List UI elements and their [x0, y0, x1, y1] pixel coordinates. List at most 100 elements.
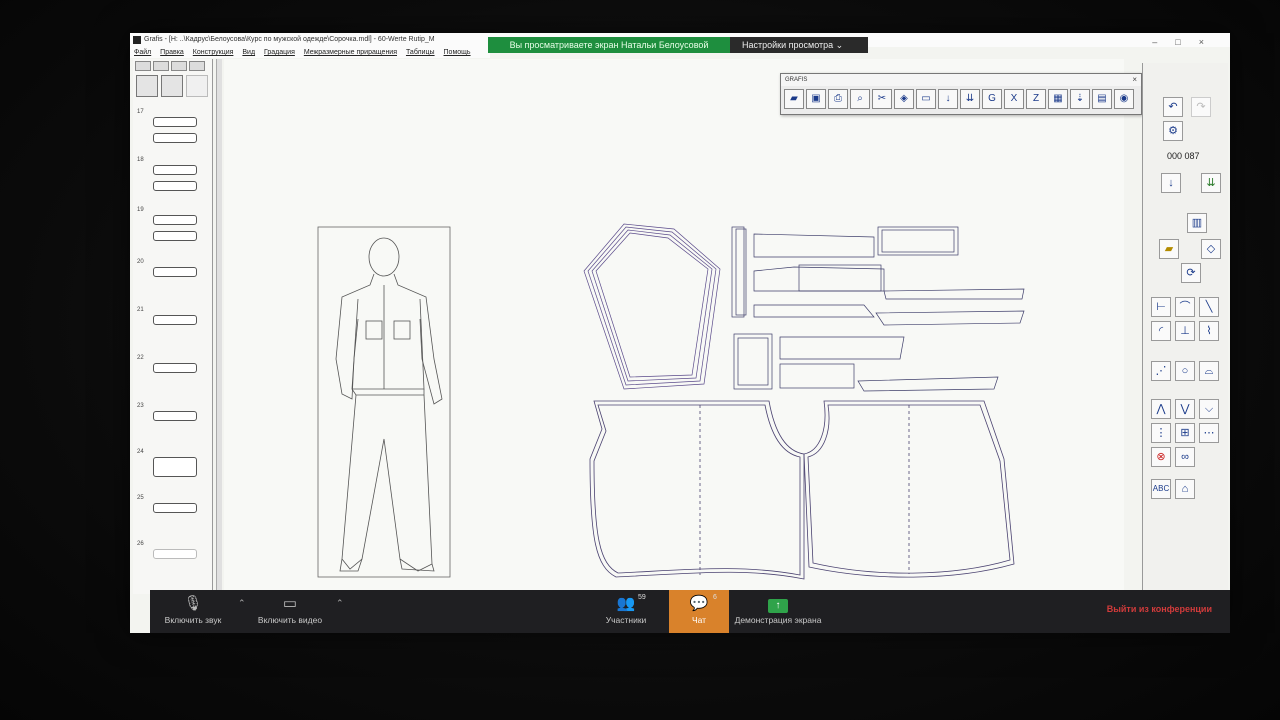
thumbnail-scrollbar[interactable] [216, 59, 222, 594]
pleat-icon[interactable]: ⋁ [1175, 399, 1195, 419]
model-figure-icon[interactable] [136, 75, 158, 97]
list-item[interactable]: 21 [135, 307, 209, 347]
piece-icon[interactable]: ◈ [894, 89, 914, 109]
folder-icon[interactable]: ▰ [1159, 239, 1179, 259]
print-icon[interactable]: ⎙ [828, 89, 848, 109]
double-arrow-down-icon[interactable]: ⇊ [960, 89, 980, 109]
menu-grading[interactable]: Градация [264, 49, 295, 56]
ruler-icon[interactable]: ▭ [916, 89, 936, 109]
x-icon[interactable]: X [1004, 89, 1024, 109]
import-icon[interactable]: ⇣ [1070, 89, 1090, 109]
menu-tables[interactable]: Таблицы [406, 49, 435, 56]
book-icon[interactable]: ▥ [1187, 213, 1207, 233]
measure-icon[interactable]: ⚙ [1163, 121, 1183, 141]
menu-help[interactable]: Помощь [444, 49, 471, 56]
start-video-button[interactable]: ▭ Включить видео [252, 594, 328, 626]
cut-icon[interactable]: ✂ [872, 89, 892, 109]
z-icon[interactable]: Z [1026, 89, 1046, 109]
participants-icon: 👥 [616, 595, 636, 612]
settings-icon[interactable]: ◉ [1114, 89, 1134, 109]
menu-edit[interactable]: Правка [160, 49, 184, 56]
arrow-down-icon[interactable]: ↓ [938, 89, 958, 109]
fold-icon[interactable]: ⌵ [1199, 399, 1219, 419]
double-arrow-down-icon[interactable]: ⇊ [1201, 173, 1221, 193]
pattern-piece-thumbnail [153, 117, 197, 127]
menu-view[interactable]: Вид [242, 49, 255, 56]
window-controls[interactable]: –□× [1152, 35, 1222, 49]
participants-label: Участники [605, 615, 647, 625]
video-options-chevron-icon[interactable]: ⌃ [336, 598, 344, 609]
row-number: 17 [137, 109, 144, 115]
list-item[interactable]: 20 [135, 259, 209, 299]
save-icon[interactable]: ▣ [806, 89, 826, 109]
back-piece [803, 400, 1015, 578]
list-item[interactable]: 26 [135, 541, 209, 581]
audio-options-chevron-icon[interactable]: ⌃ [238, 598, 246, 609]
menu-file[interactable]: Файл [134, 49, 151, 56]
piece-edit-icon[interactable]: ◇ [1201, 239, 1221, 259]
drawing-canvas[interactable] [224, 59, 1124, 594]
circle-icon[interactable]: ○ [1175, 361, 1195, 381]
unmute-label: Включить звук [164, 615, 222, 625]
arc-icon[interactable]: ◜ [1151, 321, 1171, 341]
row-number: 21 [137, 307, 144, 313]
open-icon[interactable]: ▰ [784, 89, 804, 109]
link-icon[interactable]: ∞ [1175, 447, 1195, 467]
pattern-piece-thumbnail [153, 165, 197, 175]
zoom-icon[interactable]: ⌕ [850, 89, 870, 109]
camera-off-icon: ▭ [282, 595, 298, 612]
zoom-control-bar: 🎙 Включить звук ⌃ ▭ Включить видео ⌃ 👥 У… [150, 590, 1230, 633]
menu-construction[interactable]: Конструкция [193, 49, 234, 56]
unmute-button[interactable]: 🎙 Включить звук [158, 594, 228, 626]
calculator-icon[interactable]: ▤ [1092, 89, 1112, 109]
list-item[interactable]: 25 [135, 495, 209, 535]
panel-view-icon[interactable] [135, 61, 151, 71]
panel-list-icon[interactable] [153, 61, 169, 71]
perpendicular-icon[interactable]: ⊥ [1175, 321, 1195, 341]
points-icon[interactable]: ⋰ [1151, 361, 1171, 381]
toolbar-buttons: ▰ ▣ ⎙ ⌕ ✂ ◈ ▭ ↓ ⇊ G X Z ▦ ⇣ ▤ ◉ [781, 86, 1141, 112]
more-options-icon[interactable] [186, 75, 208, 97]
diagonal-icon[interactable]: ╲ [1199, 297, 1219, 317]
tangent-icon[interactable]: ⌓ [1199, 361, 1219, 381]
undo-icon[interactable]: ↶ [1163, 97, 1183, 117]
curve-icon[interactable]: ⌒ [1175, 297, 1195, 317]
pattern-piece-thumbnail [153, 503, 197, 513]
table-icon[interactable]: ▦ [1048, 89, 1068, 109]
grafis-toolbar: GRAFIS × ▰ ▣ ⎙ ⌕ ✂ ◈ ▭ ↓ ⇊ G X Z ▦ ⇣ ▤ ◉ [780, 73, 1142, 115]
row-number: 22 [137, 355, 144, 361]
line-icon[interactable]: ⊢ [1151, 297, 1171, 317]
panel-next-icon[interactable] [189, 61, 205, 71]
participants-button[interactable]: 👥 Участники [596, 594, 656, 626]
share-screen-button[interactable]: ↑ Демонстрация экрана [730, 594, 826, 626]
seam-icon[interactable]: ⋮ [1151, 423, 1171, 443]
list-item[interactable]: 23 [135, 403, 209, 443]
bezier-icon[interactable]: ⌇ [1199, 321, 1219, 341]
menu-size-increments[interactable]: Межразмерные приращения [304, 49, 397, 56]
view-options-button[interactable]: Настройки просмотра ⌄ [730, 37, 868, 53]
list-item[interactable]: 18 [135, 157, 209, 197]
toolbar-caption: GRAFIS [781, 74, 1141, 86]
redo-icon[interactable]: ↷ [1191, 97, 1211, 117]
grainline-icon[interactable]: ⋯ [1199, 423, 1219, 443]
grade-icon[interactable]: G [982, 89, 1002, 109]
list-item[interactable]: 19 [135, 207, 209, 247]
notch-icon[interactable]: ⊞ [1175, 423, 1195, 443]
list-item[interactable]: 24 [135, 449, 209, 489]
delete-icon[interactable]: ⊗ [1151, 447, 1171, 467]
row-number: 18 [137, 157, 144, 163]
chat-button[interactable]: 💬 Чат [669, 590, 729, 633]
model-figure-back-icon[interactable] [161, 75, 183, 97]
list-item[interactable]: 17 [135, 109, 209, 149]
rotate-icon[interactable]: ⟳ [1181, 263, 1201, 283]
text-tool-icon[interactable]: ABC [1151, 479, 1171, 499]
dart-icon[interactable]: ⋀ [1151, 399, 1171, 419]
leave-meeting-button[interactable]: Выйти из конференции [1107, 604, 1212, 614]
panel-grid-icon[interactable] [171, 61, 187, 71]
close-icon[interactable]: × [1132, 75, 1137, 84]
row-number: 23 [137, 403, 144, 409]
pattern-piece-thumbnail [153, 411, 197, 421]
arrow-down-icon[interactable]: ↓ [1161, 173, 1181, 193]
list-item[interactable]: 22 [135, 355, 209, 395]
house-icon[interactable]: ⌂ [1175, 479, 1195, 499]
